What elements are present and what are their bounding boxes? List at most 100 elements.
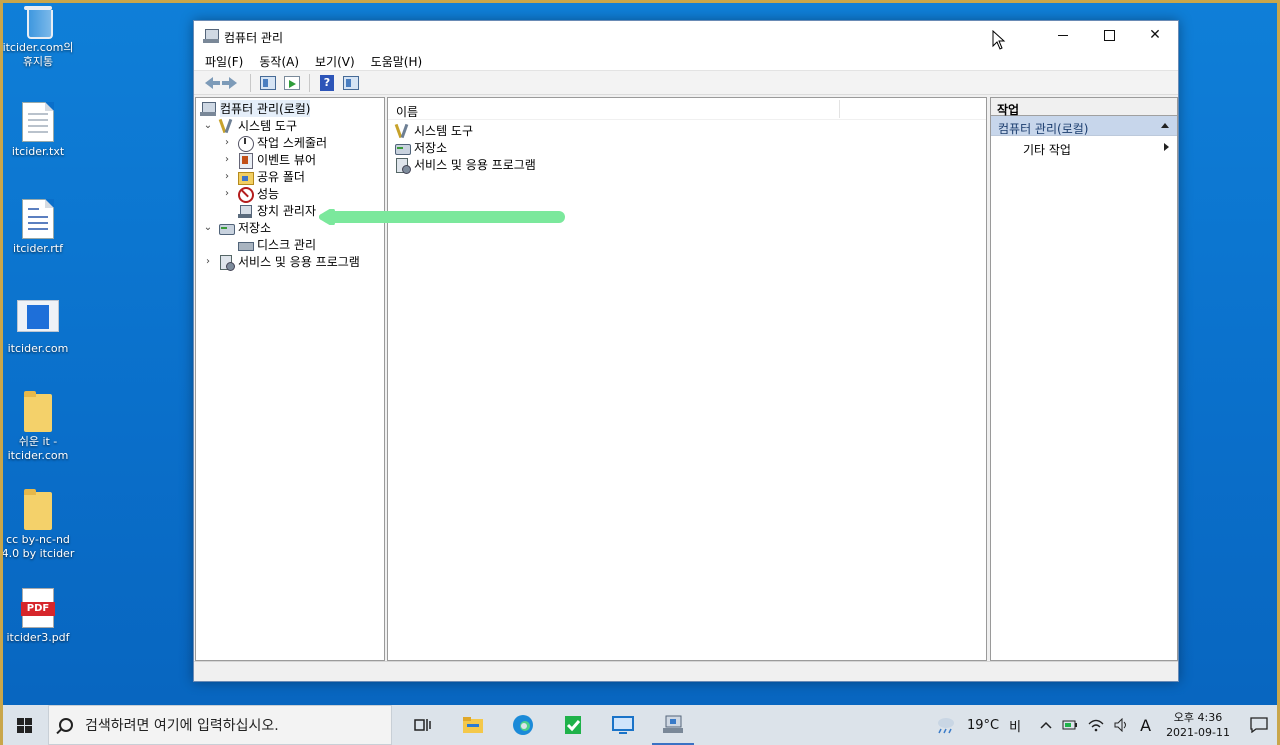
column-header-name[interactable]: 이름 — [396, 103, 418, 120]
storage-icon — [218, 220, 235, 236]
collapse-chevron-icon[interactable]: › — [221, 171, 233, 182]
tree-disk-management[interactable]: 디스크 관리 — [237, 236, 316, 253]
window-title: 컴퓨터 관리 — [224, 31, 284, 45]
shield-check-icon — [565, 716, 581, 734]
taskbar-search-box[interactable]: 검색하려면 여기에 입력하십시오. — [48, 705, 392, 745]
list-item[interactable]: 시스템 도구 — [394, 122, 473, 139]
start-button[interactable] — [0, 705, 48, 745]
computer-management-icon — [203, 28, 219, 44]
status-bar — [194, 661, 1178, 681]
desktop-icon-recycle-bin[interactable]: itcider.com의 휴지통 — [0, 4, 76, 69]
tree-event-viewer[interactable]: › 이벤트 뷰어 — [221, 151, 316, 169]
system-tray: 19°C 비 A 오후 4:36 2021-09-11 — [934, 705, 1280, 745]
list-item[interactable]: 저장소 — [394, 139, 447, 156]
console-tree-icon — [260, 75, 276, 90]
taskbar-clock[interactable]: 오후 4:36 2021-09-11 — [1166, 710, 1230, 740]
close-button[interactable]: ✕ — [1132, 21, 1178, 51]
toolbar: ? — [194, 71, 1178, 95]
folder-icon — [24, 391, 52, 432]
tree-shared-folders[interactable]: › 공유 폴더 — [221, 168, 305, 185]
title-bar[interactable]: 컴퓨터 관리 ✕ — [194, 21, 1178, 51]
computer-management-taskbar-button[interactable] — [648, 705, 698, 745]
collapse-chevron-icon[interactable]: › — [221, 154, 233, 165]
weather-temperature[interactable]: 19°C — [967, 718, 999, 733]
expand-chevron-icon[interactable]: ⌄ — [202, 120, 214, 131]
desktop-icon-label: itcider.txt — [11, 145, 65, 158]
list-item-label: 저장소 — [414, 141, 448, 155]
taskbar: 검색하려면 여기에 입력하십시오. 19°C 비 A 오후 4:36 2021-… — [0, 705, 1280, 745]
desktop-icon-folder-2[interactable]: cc by-nc-nd 4.0 by itcider — [0, 489, 76, 561]
task-view-icon — [414, 719, 431, 731]
back-button[interactable] — [199, 74, 220, 92]
collapse-chevron-icon[interactable]: › — [202, 256, 214, 267]
tree-system-tools[interactable]: ⌄ 시스템 도구 — [202, 117, 297, 134]
show-hide-action-pane-button[interactable] — [341, 74, 361, 92]
expand-chevron-icon[interactable]: ⌄ — [202, 222, 214, 233]
desktop-icon-rtf[interactable]: itcider.rtf — [0, 199, 76, 256]
pdf-badge: PDF — [21, 602, 55, 616]
desktop-icon-pdf[interactable]: PDF itcider3.pdf — [0, 588, 76, 645]
search-placeholder: 검색하려면 여기에 입력하십시오. — [85, 718, 279, 734]
security-app-button[interactable] — [548, 705, 598, 745]
collapse-chevron-icon[interactable]: › — [221, 188, 233, 199]
tree-services-apps[interactable]: › 서비스 및 응용 프로그램 — [202, 253, 360, 271]
tree-label: 성능 — [257, 187, 280, 201]
submenu-arrow-icon — [1164, 143, 1169, 151]
notification-icon — [1250, 717, 1268, 733]
panes: 컴퓨터 관리(로컬) ⌄ 시스템 도구 › 작업 스케줄러 › 이벤트 뷰어 ›… — [194, 97, 1178, 661]
edge-button[interactable] — [498, 705, 548, 745]
desktop-icon-web[interactable]: itcider.com — [0, 300, 76, 356]
taskbar-apps — [398, 705, 698, 745]
task-view-button[interactable] — [398, 705, 448, 745]
actions-section-computer-management[interactable]: 컴퓨터 관리(로컬) — [991, 116, 1177, 136]
tree-performance[interactable]: › 성능 — [221, 185, 280, 203]
weather-condition[interactable]: 비 — [1009, 716, 1021, 735]
storage-icon — [394, 140, 411, 156]
more-actions-item[interactable]: 기타 작업 — [991, 136, 1177, 157]
collapse-up-icon[interactable] — [1161, 123, 1169, 128]
action-center-button[interactable] — [1238, 705, 1280, 745]
tree-label: 공유 폴더 — [257, 170, 305, 184]
tree-task-scheduler[interactable]: › 작업 스케줄러 — [221, 134, 328, 152]
export-list-button[interactable] — [282, 74, 302, 92]
desktop-icon-label: itcider3.pdf — [6, 631, 70, 644]
show-hide-tree-button[interactable] — [258, 74, 278, 92]
desktop-icon-label: itcider.com의 휴지통 — [2, 41, 74, 68]
tools-icon — [218, 118, 234, 134]
console-tree: 컴퓨터 관리(로컬) ⌄ 시스템 도구 › 작업 스케줄러 › 이벤트 뷰어 ›… — [195, 97, 385, 661]
file-explorer-button[interactable] — [448, 705, 498, 745]
tree-storage[interactable]: ⌄ 저장소 — [202, 219, 271, 236]
remote-desktop-button[interactable] — [598, 705, 648, 745]
minimize-button[interactable] — [1040, 21, 1086, 51]
show-hidden-icons-chevron-up-icon[interactable] — [1040, 720, 1052, 730]
volume-icon[interactable] — [1114, 718, 1130, 732]
list-item[interactable]: 서비스 및 응용 프로그램 — [394, 156, 536, 174]
tree-device-manager[interactable]: 장치 관리자 — [237, 202, 316, 219]
desktop-icon-folder-1[interactable]: 쉬운 it - itcider.com — [0, 391, 76, 463]
toolbar-separator — [250, 73, 251, 92]
tree-root[interactable]: 컴퓨터 관리(로컬) — [200, 100, 311, 117]
wifi-icon[interactable] — [1088, 718, 1104, 732]
forward-button[interactable] — [222, 74, 243, 92]
forward-arrow-icon — [222, 76, 237, 89]
menu-view[interactable]: 보기(V) — [310, 51, 360, 70]
collapse-chevron-icon[interactable]: › — [221, 137, 233, 148]
device-manager-icon — [237, 203, 253, 219]
input-method-indicator[interactable]: A — [1140, 716, 1151, 735]
computer-icon — [200, 101, 216, 117]
tree-label: 서비스 및 응용 프로그램 — [238, 255, 360, 269]
column-divider[interactable] — [839, 100, 840, 118]
menu-action[interactable]: 동작(A) — [254, 51, 304, 70]
desktop-icon-txt[interactable]: itcider.txt — [0, 102, 76, 159]
network-icon[interactable] — [1062, 719, 1078, 731]
menu-file[interactable]: 파일(F) — [200, 51, 248, 70]
maximize-button[interactable] — [1086, 21, 1132, 51]
folder-icon — [24, 489, 52, 530]
menu-help[interactable]: 도움말(H) — [366, 51, 428, 70]
tree-label: 작업 스케줄러 — [257, 136, 328, 150]
services-icon — [218, 254, 235, 271]
list-item-label: 서비스 및 응용 프로그램 — [414, 158, 536, 172]
help-button[interactable]: ? — [317, 74, 337, 92]
web-shortcut-icon — [17, 300, 59, 332]
weather-rain-icon[interactable] — [934, 716, 956, 734]
